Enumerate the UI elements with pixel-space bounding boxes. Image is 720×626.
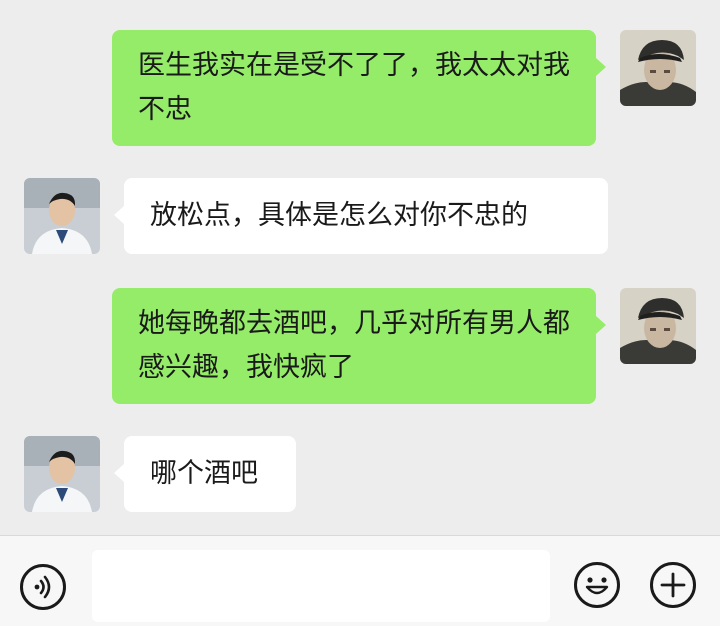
message-text: 哪个酒吧 <box>150 458 258 489</box>
emoji-icon <box>585 577 609 595</box>
voice-icon <box>34 575 51 599</box>
chat-area: 医生我实在是受不了了，我太太对我不忠 放松点，具体是怎么对你不忠的 她每晚都去酒… <box>0 0 720 535</box>
user-avatar-icon <box>620 288 696 364</box>
message-bubble-incoming[interactable]: 放松点，具体是怎么对你不忠的 <box>124 178 608 254</box>
user-avatar[interactable] <box>620 288 696 364</box>
doctor-avatar-icon <box>24 436 100 512</box>
doctor-avatar[interactable] <box>24 436 100 512</box>
bubble-tail <box>596 58 606 76</box>
bubble-tail <box>114 206 124 224</box>
doctor-avatar-icon <box>24 178 100 254</box>
message-text: 放松点，具体是怎么对你不忠的 <box>150 200 528 231</box>
bubble-tail <box>596 316 606 334</box>
voice-button[interactable] <box>20 564 66 610</box>
message-input[interactable] <box>92 550 550 622</box>
doctor-avatar[interactable] <box>24 178 100 254</box>
message-bubble-outgoing[interactable]: 医生我实在是受不了了，我太太对我不忠 <box>112 30 596 146</box>
message-text: 医生我实在是受不了了，我太太对我不忠 <box>138 50 570 125</box>
more-button[interactable] <box>650 562 696 608</box>
message-text: 她每晚都去酒吧，几乎对所有男人都感兴趣，我快疯了 <box>138 308 570 383</box>
message-bubble-outgoing[interactable]: 她每晚都去酒吧，几乎对所有男人都感兴趣，我快疯了 <box>112 288 596 404</box>
user-avatar-icon <box>620 30 696 106</box>
user-avatar[interactable] <box>620 30 696 106</box>
input-bar <box>0 535 720 626</box>
bubble-tail <box>114 464 124 482</box>
emoji-button[interactable] <box>574 562 620 608</box>
message-bubble-incoming[interactable]: 哪个酒吧 <box>124 436 296 512</box>
plus-icon <box>660 572 686 598</box>
